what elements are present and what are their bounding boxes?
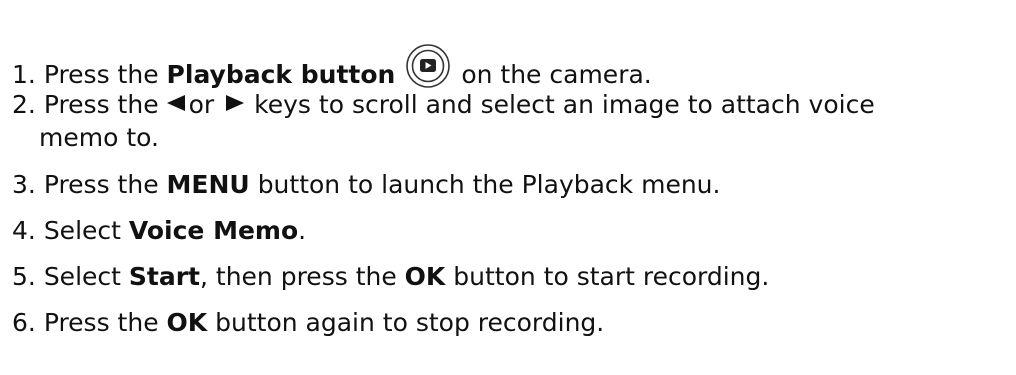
- step-text: or: [188, 90, 215, 119]
- step-text: button to start recording.: [453, 262, 770, 291]
- step-bold-text: OK: [404, 262, 446, 291]
- step-bold-text: Voice Memo: [128, 216, 299, 245]
- step-2: 2. Press the or keys to scroll and select …: [12, 90, 875, 152]
- step-5: 5. Select Start, then press the OK butto…: [12, 262, 769, 292]
- step-text: .: [298, 216, 307, 245]
- step-text: Press the: [43, 90, 159, 119]
- step-text-continuation: memo to.: [39, 123, 159, 152]
- step-text: , then press the: [200, 262, 397, 291]
- step-text: Press the: [43, 170, 159, 199]
- step-text: on the camera.: [461, 60, 652, 89]
- step-bold-text: Start: [128, 262, 200, 291]
- step-text: Press the: [43, 308, 159, 337]
- step-1: 1. Press the Playback button on the came…: [12, 43, 652, 90]
- step-number: 5.: [12, 262, 36, 291]
- step-4: 4. Select Voice Memo.: [12, 216, 306, 246]
- step-bold-text: OK: [166, 308, 208, 337]
- step-6: 6. Press the OK button again to stop rec…: [12, 308, 604, 338]
- step-text: Select: [43, 216, 121, 245]
- step-number: 3.: [12, 170, 36, 199]
- instruction-steps: 1. Press the Playback button on the came…: [0, 0, 1016, 375]
- step-bold-text: Playback button: [166, 60, 396, 89]
- step-number: 6.: [12, 308, 36, 337]
- step-text: button again to stop recording.: [215, 308, 605, 337]
- right-arrow-key-icon: [226, 93, 245, 113]
- left-arrow-key-icon: [166, 93, 185, 113]
- step-number: 4.: [12, 216, 36, 245]
- step-text: keys to scroll and select an image to at…: [254, 90, 875, 119]
- step-bold-text: MENU: [166, 170, 250, 199]
- step-number: 2.: [12, 90, 36, 119]
- step-text: button to launch the Playback menu.: [257, 170, 721, 199]
- step-number: 1.: [12, 60, 36, 89]
- step-3: 3. Press the MENU button to launch the P…: [12, 170, 720, 200]
- step-text: Press the: [43, 60, 159, 89]
- playback-button-icon: [405, 43, 451, 89]
- step-text: Select: [43, 262, 121, 291]
